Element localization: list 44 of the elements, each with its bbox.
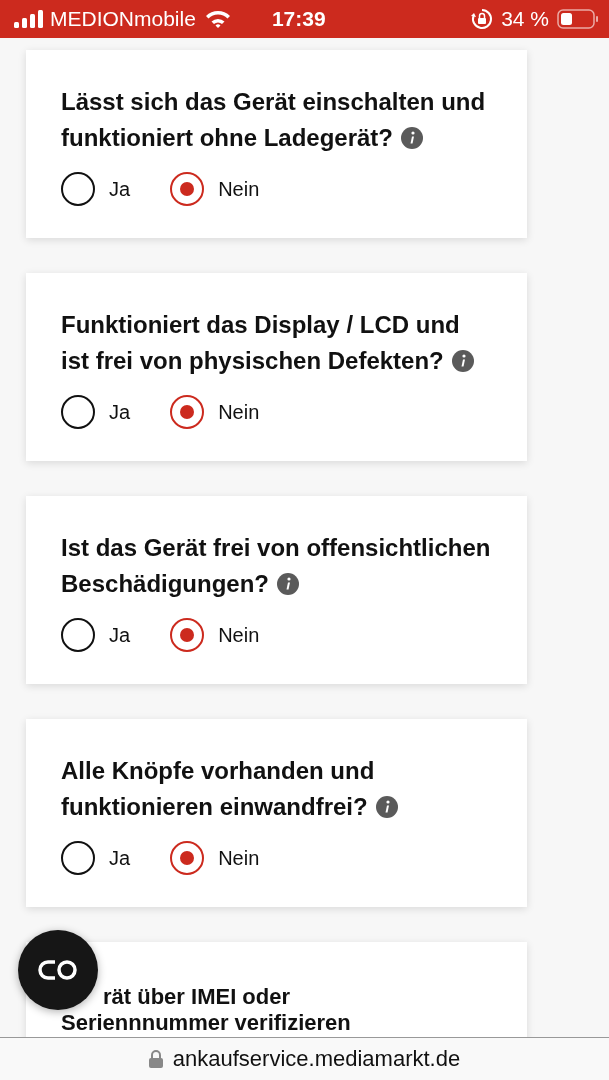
option-label: Ja [109,177,131,201]
option-label: Nein [218,623,260,647]
radio-button[interactable] [61,172,95,206]
clock-time: 17:39 [271,7,326,31]
signal-icon [14,10,44,28]
info-icon[interactable] [401,127,423,149]
question-title: Ist das Gerät frei von offensichtlichen Beschädigungen? [61,533,491,599]
option-label: Nein [218,177,260,201]
option-label: Nein [218,400,260,424]
radio-option[interactable]: Ja [61,841,131,875]
option-label: Ja [109,400,131,424]
radio-option[interactable]: Nein [170,172,260,206]
question-title: Alle Knöpfe vorhanden und funktionieren einwandfrei? [61,753,491,825]
info-icon[interactable] [375,796,398,818]
question-title: Funktioniert das Display / LCD und ist frei von physischen Defekten? [61,307,491,379]
radio-option[interactable]: Ja [61,395,131,429]
radio-button[interactable] [170,841,205,875]
url-text: ankaufservice.mediamarkt.de [172,1046,461,1072]
radio-button[interactable] [61,618,95,652]
radio-button[interactable] [170,395,205,429]
radio-option[interactable]: Ja [61,618,131,652]
carrier-name: MEDIONmobile [50,7,196,31]
info-icon[interactable] [451,350,474,372]
question-title: rät über IMEI oder [102,984,292,1010]
radio-button[interactable] [61,395,95,429]
toggle-icon [37,959,79,981]
battery-icon [557,9,599,29]
info-icon[interactable] [277,573,300,595]
floating-action-button[interactable] [18,930,98,1010]
option-label: Nein [218,846,260,870]
radio-option[interactable]: Ja [61,172,131,206]
option-label: Ja [109,846,131,870]
radio-option[interactable]: Nein [170,618,260,652]
radio-option[interactable]: Nein [170,841,260,875]
lock-icon [148,1050,163,1068]
question-title: Seriennnummer verifizieren [61,1010,352,1036]
battery-percent: 34 % [501,7,549,31]
radio-button[interactable] [170,618,205,652]
radio-option[interactable]: Nein [170,395,260,429]
option-label: Ja [109,623,131,647]
radio-button[interactable] [61,841,95,875]
question-title: Lässt sich das Gerät einschalten und funktioniert ohne Ladegerät? [61,87,487,153]
radio-button[interactable] [170,172,205,206]
rotation-lock-icon [471,8,494,30]
